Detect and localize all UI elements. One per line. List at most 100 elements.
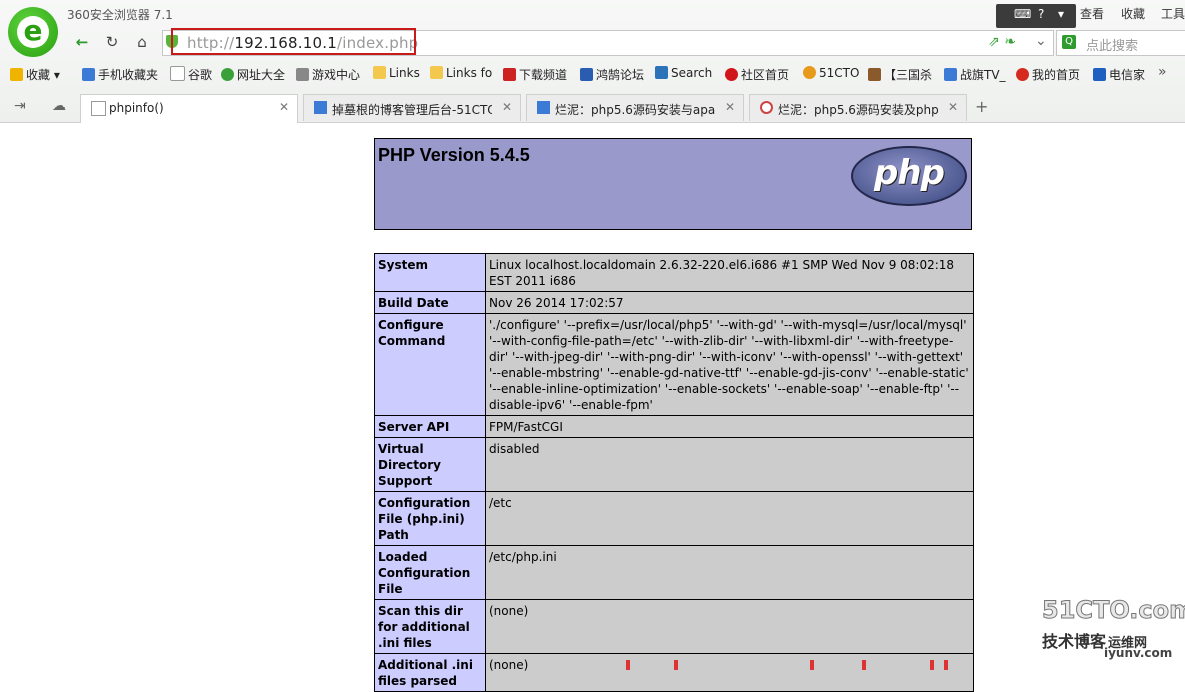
- 51cto-icon: [803, 66, 816, 79]
- table-row: Scan this dir for additional .ini files(…: [374, 599, 974, 654]
- row-key: Configuration File (php.ini) Path: [374, 491, 486, 546]
- bookmark-label: Links: [389, 66, 420, 80]
- table-row: Configure Command './configure' '--prefix…: [374, 313, 974, 416]
- bookmark-label: 我的首页: [1032, 68, 1081, 82]
- page-icon: [91, 101, 106, 116]
- table-row: System Linux localhost.localdomain 2.6.32…: [374, 253, 974, 292]
- bookmark-item[interactable]: Links: [373, 66, 420, 80]
- back-button[interactable]: ←: [70, 31, 94, 53]
- row-value: (none): [485, 599, 974, 654]
- tv-icon: [944, 68, 957, 81]
- url-highlight-box: [171, 28, 416, 55]
- bookmark-item[interactable]: 51CTO: [803, 66, 859, 80]
- table-row: Configuration File (php.ini) Path/etc: [374, 491, 974, 546]
- watermark: 51CTO.com 技术博客 运维网 iyunv.com: [1040, 596, 1185, 670]
- folder-icon: [373, 66, 386, 79]
- bookmark-item[interactable]: 收藏 ▾: [10, 66, 60, 83]
- bookmark-label: 收藏: [26, 68, 51, 82]
- chevron-down-icon[interactable]: ▾: [1058, 7, 1064, 21]
- weibo-icon: [1016, 68, 1029, 81]
- row-value: FPM/FastCGI: [485, 415, 974, 438]
- close-icon[interactable]: ✕: [948, 100, 958, 114]
- bookmark-item[interactable]: Links fo: [430, 66, 492, 80]
- refresh-button[interactable]: ↻: [100, 31, 124, 53]
- addr-action-icons[interactable]: ⇗ ❧: [988, 34, 1016, 50]
- close-icon[interactable]: ✕: [725, 100, 735, 114]
- menu-favorites[interactable]: 收藏: [1121, 5, 1145, 22]
- search-placeholder[interactable]: 点此搜索: [1086, 35, 1138, 54]
- row-key: System: [374, 253, 486, 292]
- help-icon[interactable]: ?: [1038, 7, 1044, 21]
- table-row: Loaded Configuration File/etc/php.ini: [374, 545, 974, 600]
- sf-icon: [655, 66, 668, 79]
- tab-label: 烂泥：php5.6源码安装与apac: [555, 103, 715, 117]
- bookmark-item[interactable]: 鸿鹄论坛: [580, 66, 644, 83]
- bookmark-item[interactable]: Search: [655, 66, 712, 80]
- bookmark-item[interactable]: 网址大全: [221, 66, 285, 83]
- bookmark-label: 电信家: [1109, 68, 1146, 82]
- bookmark-item[interactable]: 【三国杀: [868, 66, 932, 83]
- row-key: Virtual Directory Support: [374, 437, 486, 492]
- phone-icon: [82, 68, 95, 81]
- bookmarks-bar: 收藏 ▾ 手机收藏夹 谷歌 网址大全 游戏中心 Links Links fo 下…: [0, 61, 1185, 87]
- gamepad-icon: [296, 68, 309, 81]
- tab-phpinfo[interactable]: phpinfo() ✕: [80, 94, 298, 123]
- leaf-icon[interactable]: ❧: [1004, 34, 1016, 50]
- tab-php56-fpm[interactable]: 烂泥：php5.6源码安装及php- ✕: [749, 94, 967, 121]
- menu-tools[interactable]: 工具: [1161, 5, 1185, 22]
- cnblogs-icon: [760, 101, 773, 114]
- tab-51cto-admin[interactable]: 掉墓根的博客管理后台-51CTO ✕: [303, 94, 521, 121]
- download-icon: [503, 68, 516, 81]
- watermark-slogan-text: 技术博客: [1042, 632, 1107, 651]
- bookmark-item[interactable]: 下载频道: [503, 66, 567, 83]
- new-tab-button[interactable]: +: [975, 97, 988, 116]
- bookmark-item[interactable]: 游戏中心: [296, 66, 360, 83]
- watermark-url: iyunv.com: [1104, 646, 1173, 660]
- share-icon[interactable]: ⇗: [988, 34, 1000, 50]
- cloud-icon[interactable]: ☁: [52, 98, 66, 114]
- row-value: './configure' '--prefix=/usr/local/php5'…: [485, 313, 974, 416]
- table-row: Build Date Nov 26 2014 17:02:57: [374, 291, 974, 314]
- table-row: Virtual Directory Support disabled: [374, 437, 974, 492]
- bookmark-label: 谷歌: [188, 68, 213, 82]
- address-dropdown-icon[interactable]: ⌄: [1035, 33, 1047, 49]
- bookmark-item[interactable]: 社区首页: [725, 66, 789, 83]
- bookmark-item[interactable]: 谷歌: [170, 66, 212, 83]
- bookmark-label: Links fo: [446, 66, 493, 80]
- bookmark-label: 下载频道: [519, 68, 568, 82]
- tab-php56-apache[interactable]: 烂泥：php5.6源码安装与apac ✕: [526, 94, 744, 121]
- home-button[interactable]: ⌂: [130, 31, 154, 53]
- browser-logo-icon: e: [8, 7, 58, 57]
- php-logo-text: php: [874, 153, 945, 193]
- bookmark-item[interactable]: 我的首页: [1016, 66, 1080, 83]
- row-key: Scan this dir for additional .ini files: [374, 599, 486, 654]
- 51cto-icon: [314, 101, 327, 114]
- keyboard-icon[interactable]: ⌨: [1014, 7, 1031, 21]
- close-icon[interactable]: ✕: [279, 100, 289, 114]
- sidebar-toggle-icon[interactable]: ⇥: [14, 98, 26, 114]
- search-icon[interactable]: Q: [1062, 35, 1076, 49]
- php-logo[interactable]: php: [851, 146, 967, 206]
- row-value: Linux localhost.localdomain 2.6.32-220.e…: [485, 253, 974, 292]
- tab-label: phpinfo(): [109, 101, 164, 115]
- bookmark-item[interactable]: 电信家: [1093, 66, 1145, 83]
- window-controls[interactable]: ⌨ ? ▾: [996, 4, 1076, 28]
- bookmark-label: 【三国杀: [884, 68, 933, 82]
- globe-icon: [221, 68, 234, 81]
- menu-view[interactable]: 查看: [1080, 5, 1104, 22]
- row-key: Build Date: [374, 291, 486, 314]
- bookmark-item[interactable]: 手机收藏夹: [82, 66, 158, 83]
- row-key: Server API: [374, 415, 486, 438]
- row-value: /etc: [485, 491, 974, 546]
- bookmark-item[interactable]: 战旗TV_: [944, 66, 1006, 83]
- 51cto-icon: [537, 101, 550, 114]
- telecom-icon: [1093, 68, 1106, 81]
- page-icon: [170, 66, 185, 81]
- bookmarks-more-icon[interactable]: »: [1158, 64, 1167, 80]
- bookmark-label: 社区首页: [741, 68, 790, 82]
- close-icon[interactable]: ✕: [502, 100, 512, 114]
- bookmark-label: 网址大全: [237, 68, 286, 82]
- row-value: disabled: [485, 437, 974, 492]
- bookmark-label: Search: [671, 66, 713, 80]
- row-key: Loaded Configuration File: [374, 545, 486, 600]
